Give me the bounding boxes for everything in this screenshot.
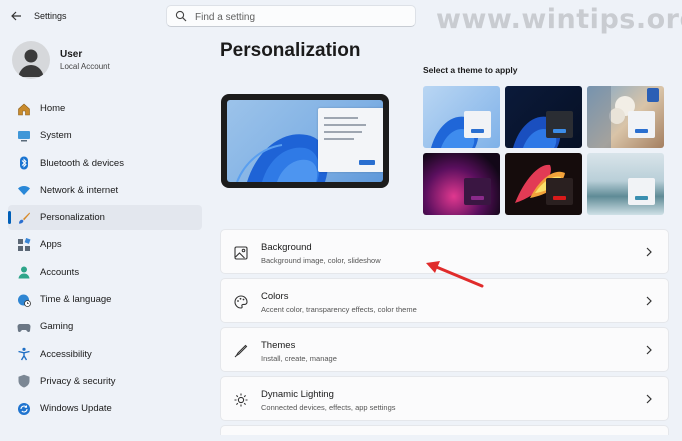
sun-icon bbox=[234, 393, 248, 407]
pen-icon bbox=[234, 344, 248, 358]
sidebar-item-gaming[interactable]: Gaming bbox=[8, 314, 202, 339]
annotation-arrow-icon bbox=[426, 261, 484, 288]
chevron-right-icon bbox=[646, 345, 652, 355]
title-bar: Settings www.wintips.org bbox=[0, 0, 682, 35]
user-name: User bbox=[60, 49, 83, 60]
theme-windows-light[interactable] bbox=[423, 86, 500, 148]
sidebar-item-system[interactable]: System bbox=[8, 123, 202, 148]
preview-window bbox=[318, 108, 383, 172]
sidebar-item-home[interactable]: Home bbox=[8, 96, 202, 121]
theme-preview bbox=[221, 94, 389, 188]
sidebar-item-accessibility[interactable]: Accessibility bbox=[8, 342, 202, 367]
sidebar-item-time-language[interactable]: Time & language bbox=[8, 287, 202, 312]
sidebar-nav: Home System Bluetooth & devices Network … bbox=[8, 96, 202, 424]
sidebar-item-personalization[interactable]: Personalization bbox=[8, 205, 202, 231]
system-icon bbox=[16, 128, 31, 143]
sidebar-item-windows-update[interactable]: Windows Update bbox=[8, 396, 202, 421]
search-box[interactable] bbox=[166, 5, 416, 27]
sidebar-item-apps[interactable]: Apps bbox=[8, 232, 202, 257]
sidebar-item-accounts[interactable]: Accounts bbox=[8, 260, 202, 285]
back-arrow-icon[interactable] bbox=[6, 6, 26, 26]
palette-icon bbox=[234, 295, 248, 309]
preview-screen bbox=[227, 100, 383, 182]
sidebar-item-privacy-security[interactable]: Privacy & security bbox=[8, 369, 202, 394]
account-type: Local Account bbox=[60, 62, 110, 71]
windows-update-icon bbox=[16, 401, 31, 416]
theme-captured-motion[interactable] bbox=[505, 153, 582, 215]
search-input[interactable] bbox=[193, 8, 407, 26]
chevron-right-icon bbox=[646, 247, 652, 257]
search-icon bbox=[175, 10, 187, 22]
chevron-right-icon bbox=[646, 296, 652, 306]
sidebar-item-network[interactable]: Network & internet bbox=[8, 178, 202, 203]
dynamic-lighting-setting[interactable]: Dynamic Lighting Connected devices, effe… bbox=[220, 376, 669, 421]
accounts-icon bbox=[16, 265, 31, 280]
themes-label: Select a theme to apply bbox=[423, 65, 518, 75]
page-title: Personalization bbox=[220, 40, 361, 61]
home-icon bbox=[16, 101, 31, 116]
shield-icon bbox=[16, 374, 31, 389]
bluetooth-icon bbox=[16, 156, 31, 171]
theme-flow[interactable] bbox=[587, 153, 664, 215]
accessibility-icon bbox=[16, 347, 31, 362]
app-title: Settings bbox=[34, 11, 67, 21]
image-icon bbox=[234, 246, 248, 260]
next-setting-partial[interactable] bbox=[220, 425, 669, 435]
gamepad-icon bbox=[16, 319, 31, 334]
apps-icon bbox=[16, 237, 31, 252]
wifi-icon bbox=[16, 183, 31, 198]
theme-glow[interactable] bbox=[423, 153, 500, 215]
theme-spotlight[interactable] bbox=[587, 86, 664, 148]
globe-clock-icon bbox=[16, 292, 31, 307]
watermark: www.wintips.org bbox=[436, 4, 682, 35]
themes-setting[interactable]: Themes Install, create, manage bbox=[220, 327, 669, 372]
sidebar-item-bluetooth[interactable]: Bluetooth & devices bbox=[8, 151, 202, 176]
avatar bbox=[12, 41, 50, 79]
brush-icon bbox=[16, 210, 31, 225]
theme-windows-dark[interactable] bbox=[505, 86, 582, 148]
chevron-right-icon bbox=[646, 394, 652, 404]
